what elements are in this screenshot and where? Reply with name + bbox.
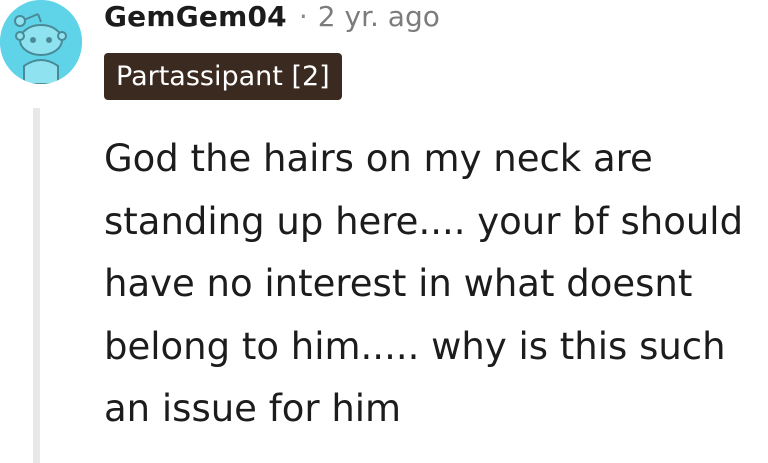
comment: GemGem04 · 2 yr. ago Partassipant [2] Go… (0, 0, 768, 463)
timestamp[interactable]: 2 yr. ago (318, 0, 440, 33)
snoo-avatar-icon (0, 0, 82, 84)
separator-dot: · (298, 0, 308, 33)
comment-header: GemGem04 · 2 yr. ago (104, 0, 440, 34)
username[interactable]: GemGem04 (104, 0, 287, 33)
thread-line[interactable] (33, 108, 40, 463)
user-avatar[interactable] (0, 0, 82, 84)
comment-body: God the hairs on my neck are standing up… (104, 137, 744, 430)
user-flair: Partassipant [2] (104, 53, 342, 100)
